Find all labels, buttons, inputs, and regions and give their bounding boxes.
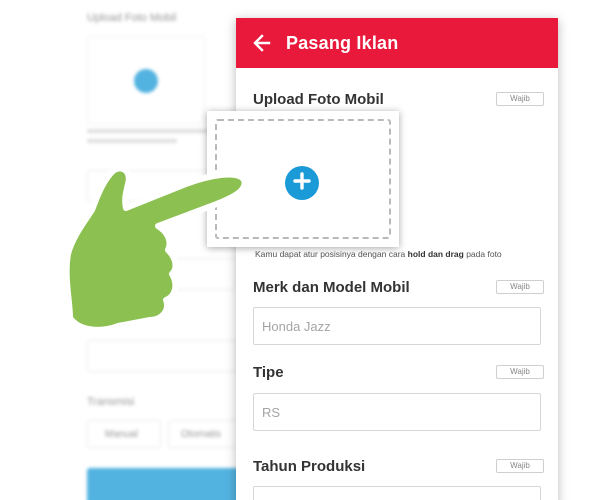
bg-input — [87, 340, 237, 372]
required-badge: Wajib — [496, 280, 544, 294]
page-title: Pasang Iklan — [286, 32, 399, 53]
required-badge: Wajib — [496, 459, 544, 473]
arrow-left-icon[interactable] — [250, 31, 274, 55]
bg-otomatis-button: Otomatis — [168, 420, 242, 448]
tipe-label: Tipe — [253, 364, 284, 381]
hint-suffix: pada foto — [463, 249, 502, 259]
merk-model-input[interactable] — [253, 307, 541, 345]
bg-upload-box — [87, 36, 205, 124]
bg-otomatis-label: Otomatis — [181, 429, 222, 440]
tahun-produksi-input[interactable] — [253, 486, 541, 500]
hint-prefix: Kamu dapat atur posisinya dengan cara — [255, 249, 408, 259]
app-bar: Pasang Iklan — [236, 18, 558, 68]
required-badge: Wajib — [496, 365, 544, 379]
upload-photo-box[interactable] — [207, 111, 399, 247]
plus-icon — [293, 171, 311, 195]
merk-model-label: Merk dan Model Mobil — [253, 279, 410, 296]
add-photo-button[interactable] — [285, 166, 319, 200]
pasang-iklan-screen: Pasang Iklan Upload Foto Mobil Wajib Kam… — [236, 18, 558, 500]
tipe-input[interactable] — [253, 393, 541, 431]
bg-plus-icon — [134, 69, 158, 93]
bg-upload-label: Upload Foto Mobil — [87, 12, 177, 24]
tahun-produksi-label: Tahun Produksi — [253, 458, 366, 475]
background-screen: Upload Foto Mobil Transmisi Manual Otoma… — [60, 0, 267, 500]
bg-transmisi-label: Transmisi — [87, 396, 135, 408]
upload-hint: Kamu dapat atur posisinya dengan cara ho… — [255, 249, 502, 259]
bg-manual-label: Manual — [105, 429, 138, 440]
hint-bold: hold dan drag — [407, 249, 464, 259]
upload-photo-label: Upload Foto Mobil — [253, 91, 384, 108]
bg-hint-line — [87, 129, 217, 133]
bg-hint-line — [87, 139, 177, 143]
bg-input — [87, 258, 237, 290]
bg-manual-button: Manual — [87, 420, 161, 448]
required-badge: Wajib — [496, 92, 544, 106]
